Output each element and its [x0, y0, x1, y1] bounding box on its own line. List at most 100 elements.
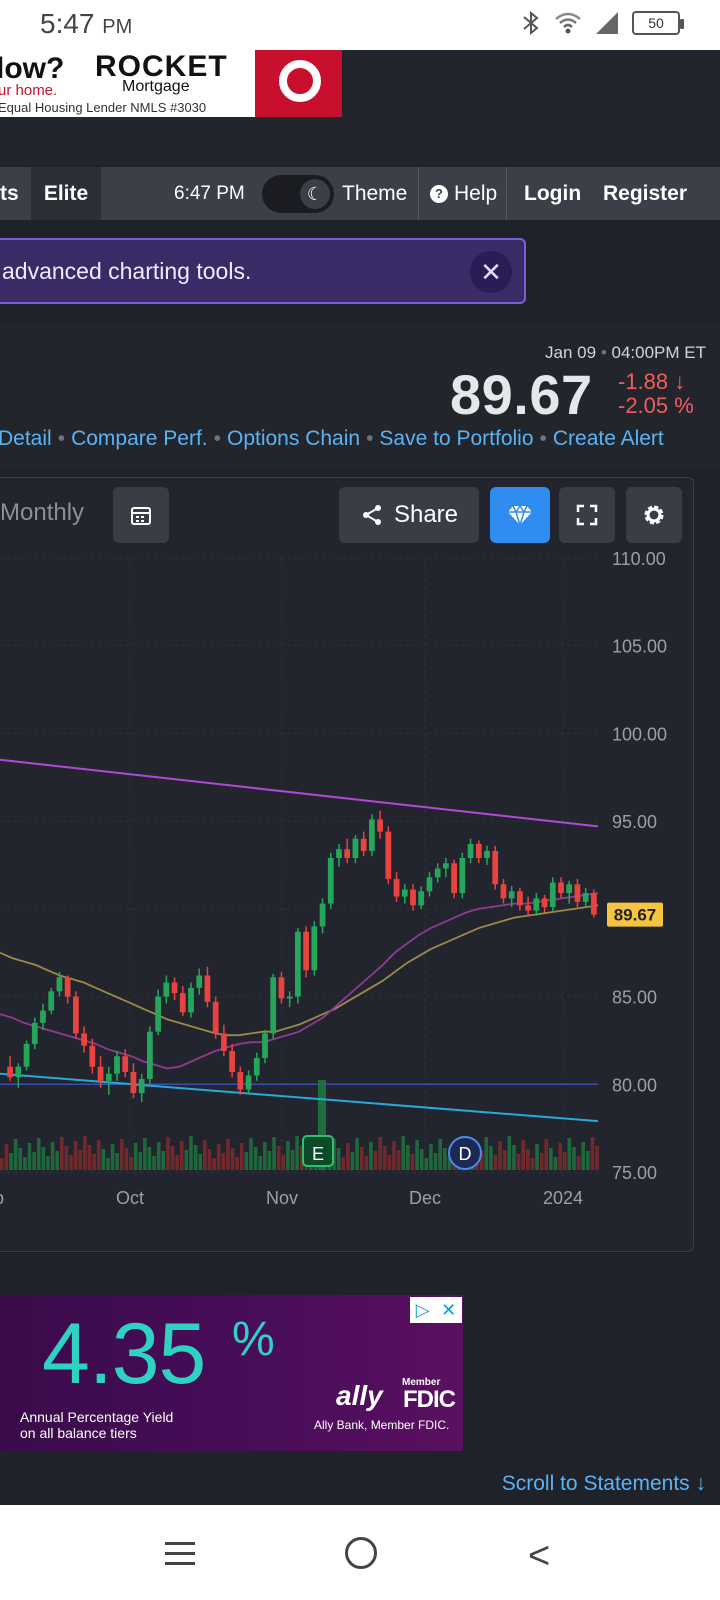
volume-bar: [129, 1157, 133, 1170]
login-link[interactable]: Login: [524, 167, 581, 220]
y-tick-label: 95.00: [612, 812, 657, 832]
volume-bar: [138, 1152, 143, 1170]
candle-body: [319, 903, 326, 927]
candle-body: [410, 889, 416, 906]
back-icon[interactable]: <: [528, 1535, 550, 1578]
volume-bar: [442, 1148, 447, 1170]
wifi-icon: [555, 12, 581, 34]
candle-body: [558, 882, 564, 894]
theme-toggle[interactable]: ☾: [262, 175, 334, 213]
event-marker-label: D: [459, 1144, 472, 1164]
screen: 5:47 PM 50 low? ROCKET Mortgage ur home.…: [0, 0, 720, 1600]
volume-bar: [244, 1152, 249, 1170]
volume-bar: [562, 1152, 567, 1170]
volume-bar: [558, 1143, 562, 1170]
candle-body: [467, 843, 474, 858]
candle-body: [541, 898, 548, 908]
close-icon[interactable]: ✕: [470, 251, 512, 293]
volume-bar: [419, 1149, 424, 1170]
candle-body: [443, 863, 449, 869]
volume-bar: [373, 1151, 378, 1170]
nav-divider: [418, 167, 419, 220]
link-create-alert[interactable]: Create Alert: [553, 427, 664, 450]
volume-bar: [110, 1144, 115, 1170]
volume-bar: [0, 1158, 4, 1170]
candle-body: [105, 1073, 112, 1081]
volume-bar: [586, 1151, 590, 1170]
candle-body: [327, 857, 334, 904]
gear-icon[interactable]: [626, 487, 682, 543]
nav-item-partial[interactable]: ts: [0, 167, 30, 220]
down-arrow-icon: ↓: [674, 369, 686, 394]
recents-icon[interactable]: [165, 1542, 195, 1572]
ad-choices-icon[interactable]: ▷ ✕: [410, 1297, 462, 1323]
nav-item-elite[interactable]: Elite: [31, 167, 101, 220]
candle-body: [23, 1043, 30, 1067]
volume-bar: [249, 1138, 253, 1170]
volume-bar: [258, 1156, 263, 1170]
theme-label[interactable]: Theme: [342, 167, 407, 220]
volume-bar: [175, 1155, 179, 1170]
volume-bar: [166, 1137, 170, 1170]
volume-bar: [364, 1156, 369, 1170]
link-detail[interactable]: Detail: [0, 427, 52, 450]
volume-bar: [263, 1142, 267, 1170]
ally-pct: %: [232, 1313, 275, 1366]
candle-body: [566, 884, 573, 894]
price-change: -1.88 ↓ -2.05 %: [618, 370, 694, 418]
home-icon[interactable]: [345, 1537, 377, 1569]
volume-bar: [276, 1146, 281, 1170]
candle-body: [418, 891, 425, 906]
volume-bar: [526, 1149, 530, 1170]
volume-bar: [96, 1140, 101, 1170]
link-compare-perf[interactable]: Compare Perf.: [71, 427, 208, 450]
separator-dot: •: [600, 343, 607, 362]
volume-bar: [78, 1150, 83, 1170]
period-selector[interactable]: Monthly: [0, 499, 84, 527]
candle-body: [56, 977, 63, 992]
candle-body: [484, 850, 490, 858]
volume-bar: [212, 1158, 216, 1170]
candle-body: [171, 982, 178, 994]
candle-body: [221, 1033, 227, 1051]
link-save-to-portfolio[interactable]: Save to Portfolio: [379, 427, 533, 450]
status-ampm: PM: [102, 16, 133, 38]
volume-bar: [50, 1142, 55, 1170]
volume-bar: [410, 1154, 415, 1170]
diamond-icon[interactable]: [490, 487, 550, 543]
price-chart[interactable]: 110.00105.00100.0095.0090.0085.0080.0075…: [0, 550, 680, 1250]
register-link[interactable]: Register: [603, 167, 687, 220]
volume-bar: [581, 1142, 586, 1170]
candle-body: [48, 991, 55, 1011]
help-link[interactable]: ? Help: [430, 167, 497, 220]
ad-brand-sub: Mortgage: [122, 78, 190, 95]
candle-body: [163, 982, 170, 997]
x-tick-label: Dec: [409, 1188, 441, 1208]
candle-body: [336, 849, 342, 858]
volume-bar: [18, 1148, 23, 1170]
rocket-logo: [255, 50, 342, 117]
fullscreen-icon[interactable]: [559, 487, 615, 543]
candle-body: [7, 1066, 13, 1078]
help-label: Help: [454, 182, 498, 205]
volume-bar: [516, 1154, 521, 1170]
calendar-icon[interactable]: [113, 487, 169, 543]
scroll-to-statements-link[interactable]: Scroll to Statements ↓: [502, 1472, 706, 1496]
trendline-lower: [0, 1072, 599, 1123]
ad-close-icon[interactable]: ✕: [441, 1300, 456, 1321]
volume-bar: [189, 1136, 193, 1170]
volume-bar: [429, 1144, 433, 1170]
volume-bar: [438, 1139, 442, 1170]
volume-bar: [23, 1157, 27, 1170]
volume-bar: [359, 1147, 364, 1170]
link-options-chain[interactable]: Options Chain: [227, 427, 360, 450]
candle-body: [377, 819, 383, 832]
change-pct: -2.05 %: [618, 393, 694, 418]
nav-clock: 6:47 PM: [174, 183, 245, 204]
volume-bar: [184, 1150, 189, 1170]
candle-body: [582, 893, 589, 902]
volume-bar: [133, 1143, 138, 1170]
volume-bar: [101, 1149, 106, 1170]
top-ad-banner[interactable]: low? ROCKET Mortgage ur home. Equal Hous…: [0, 50, 342, 117]
share-button[interactable]: Share: [339, 487, 479, 543]
